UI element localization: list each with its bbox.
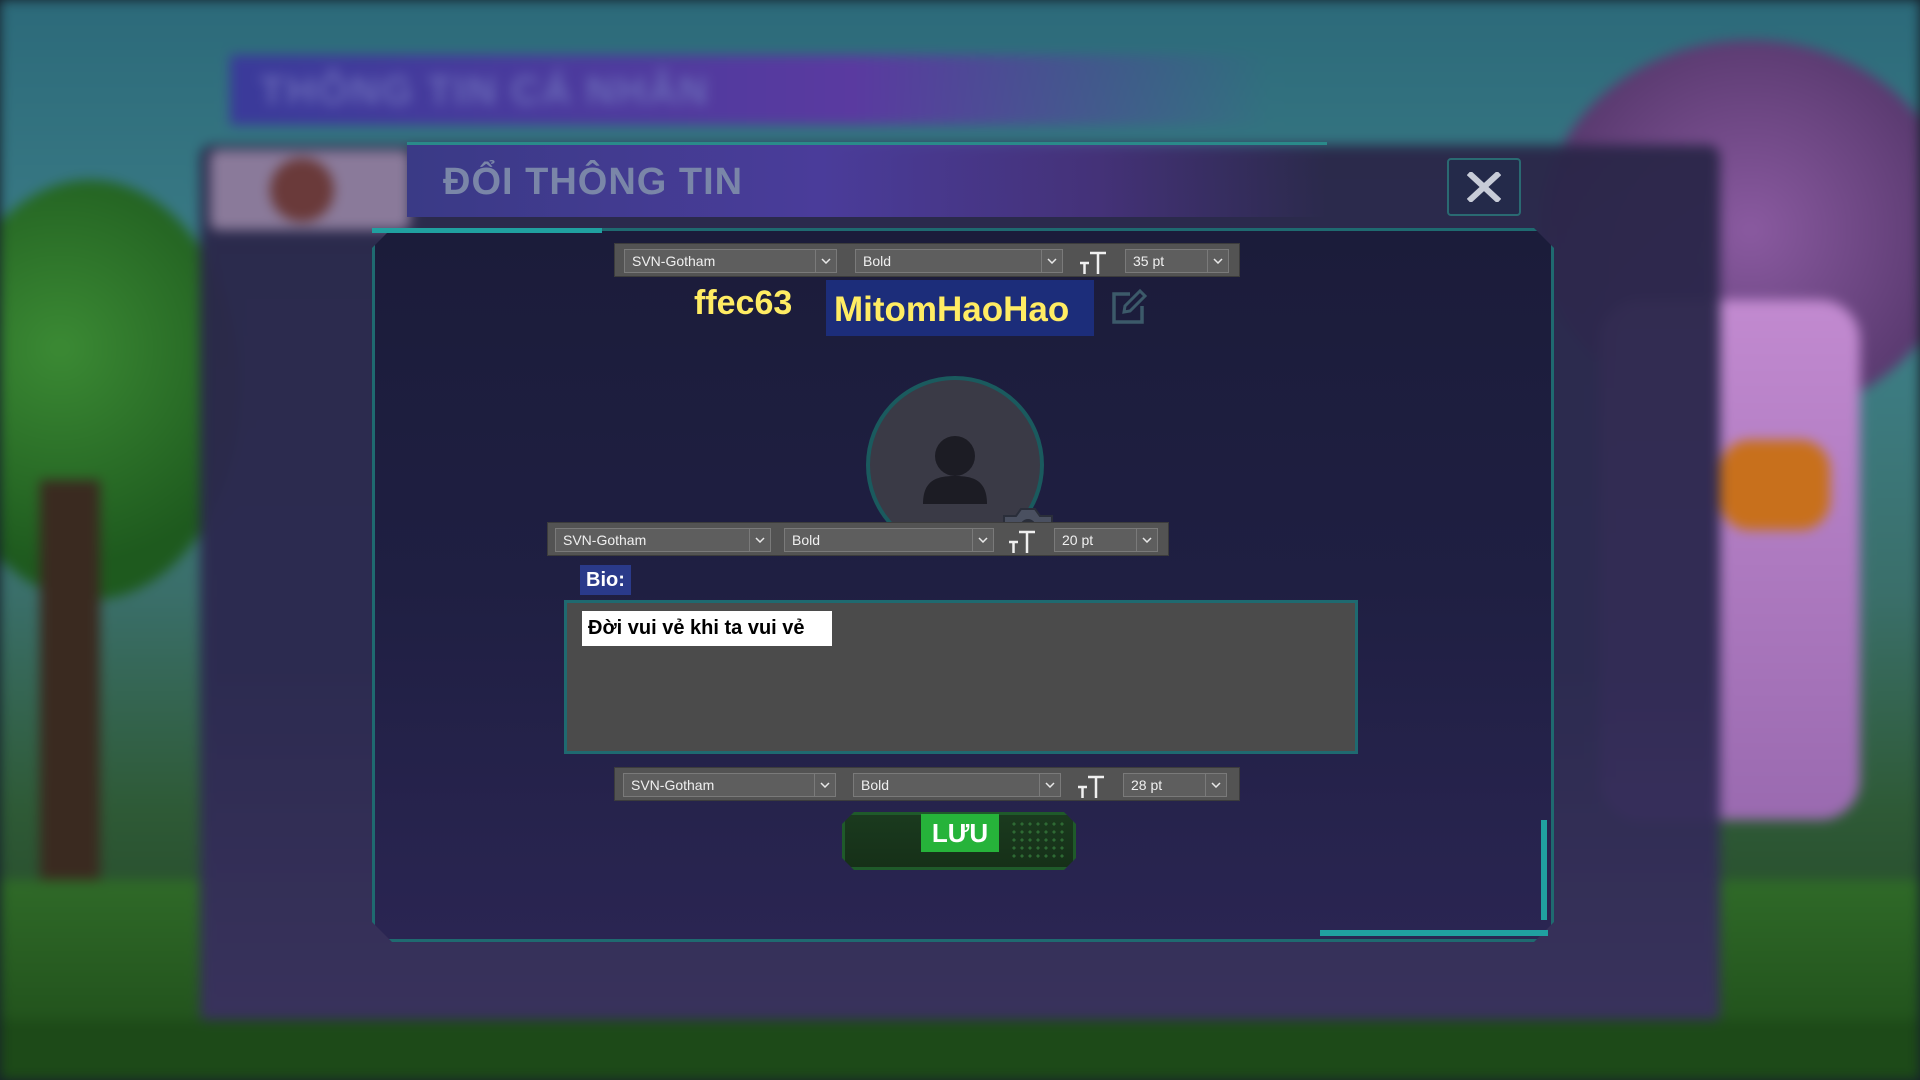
chevron-down-icon [1207, 250, 1228, 272]
font-family-select[interactable]: SVN-Gotham [624, 249, 837, 273]
save-font-toolbar: SVN-Gotham Bold 28 pt [614, 767, 1240, 801]
font-weight-value: Bold [863, 253, 892, 269]
save-button[interactable]: LƯU [921, 814, 999, 852]
font-size-icon [1075, 771, 1107, 799]
name-font-toolbar: SVN-Gotham Bold 35 pt [614, 243, 1240, 277]
bio-label: Bio: [580, 565, 631, 595]
profile-panel-avatar [210, 150, 410, 230]
profile-panel-title: THÔNG TIN CÁ NHÂN [260, 69, 710, 113]
dot-pattern [1010, 820, 1068, 862]
chevron-down-icon [1041, 250, 1062, 272]
font-size-select[interactable]: 20 pt [1054, 528, 1158, 552]
chevron-down-icon [1039, 774, 1060, 796]
chevron-down-icon [972, 529, 993, 551]
font-weight-select[interactable]: Bold [855, 249, 1063, 273]
font-size-select[interactable]: 35 pt [1125, 249, 1229, 273]
font-size-icon [1077, 247, 1109, 275]
bio-text: Đời vui vẻ khi ta vui vẻ [582, 611, 832, 646]
font-weight-value: Bold [861, 777, 890, 793]
user-id: ffec63 [694, 284, 793, 322]
chevron-down-icon [814, 774, 835, 796]
dialog-header: ĐỔI THÔNG TIN [407, 142, 1327, 217]
profile-panel-header: THÔNG TIN CÁ NHÂN [230, 55, 1270, 125]
font-weight-select[interactable]: Bold [853, 773, 1061, 797]
font-size-value: 35 pt [1133, 253, 1165, 269]
bottom-bar [0, 1020, 1920, 1080]
frame-accent [372, 228, 602, 233]
font-size-select[interactable]: 28 pt [1123, 773, 1227, 797]
display-name: MitomHaoHao [834, 290, 1070, 329]
font-family-value: SVN-Gotham [563, 532, 647, 548]
edit-pencil-icon [1112, 288, 1148, 324]
font-family-select[interactable]: SVN-Gotham [555, 528, 771, 552]
close-button[interactable] [1447, 158, 1521, 216]
font-size-value: 28 pt [1131, 777, 1163, 793]
bio-font-toolbar: SVN-Gotham Bold 20 pt [547, 522, 1169, 556]
font-family-select[interactable]: SVN-Gotham [623, 773, 836, 797]
chevron-down-icon [1205, 774, 1226, 796]
font-weight-value: Bold [792, 532, 821, 548]
dialog-title: ĐỔI THÔNG TIN [443, 161, 744, 203]
frame-accent [1320, 930, 1548, 936]
chevron-down-icon [815, 250, 836, 272]
display-name-field[interactable]: MitomHaoHao [826, 280, 1094, 336]
edit-name-button[interactable] [1108, 288, 1148, 328]
font-family-value: SVN-Gotham [632, 253, 716, 269]
chevron-down-icon [749, 529, 770, 551]
font-size-value: 20 pt [1062, 532, 1094, 548]
tree-trunk-left [40, 480, 100, 900]
font-weight-select[interactable]: Bold [784, 528, 994, 552]
font-size-icon [1006, 526, 1038, 554]
font-family-value: SVN-Gotham [631, 777, 715, 793]
orange-object [1720, 440, 1830, 530]
chevron-down-icon [1136, 529, 1157, 551]
frame-accent [1541, 820, 1547, 920]
close-x-icon [1467, 172, 1501, 202]
